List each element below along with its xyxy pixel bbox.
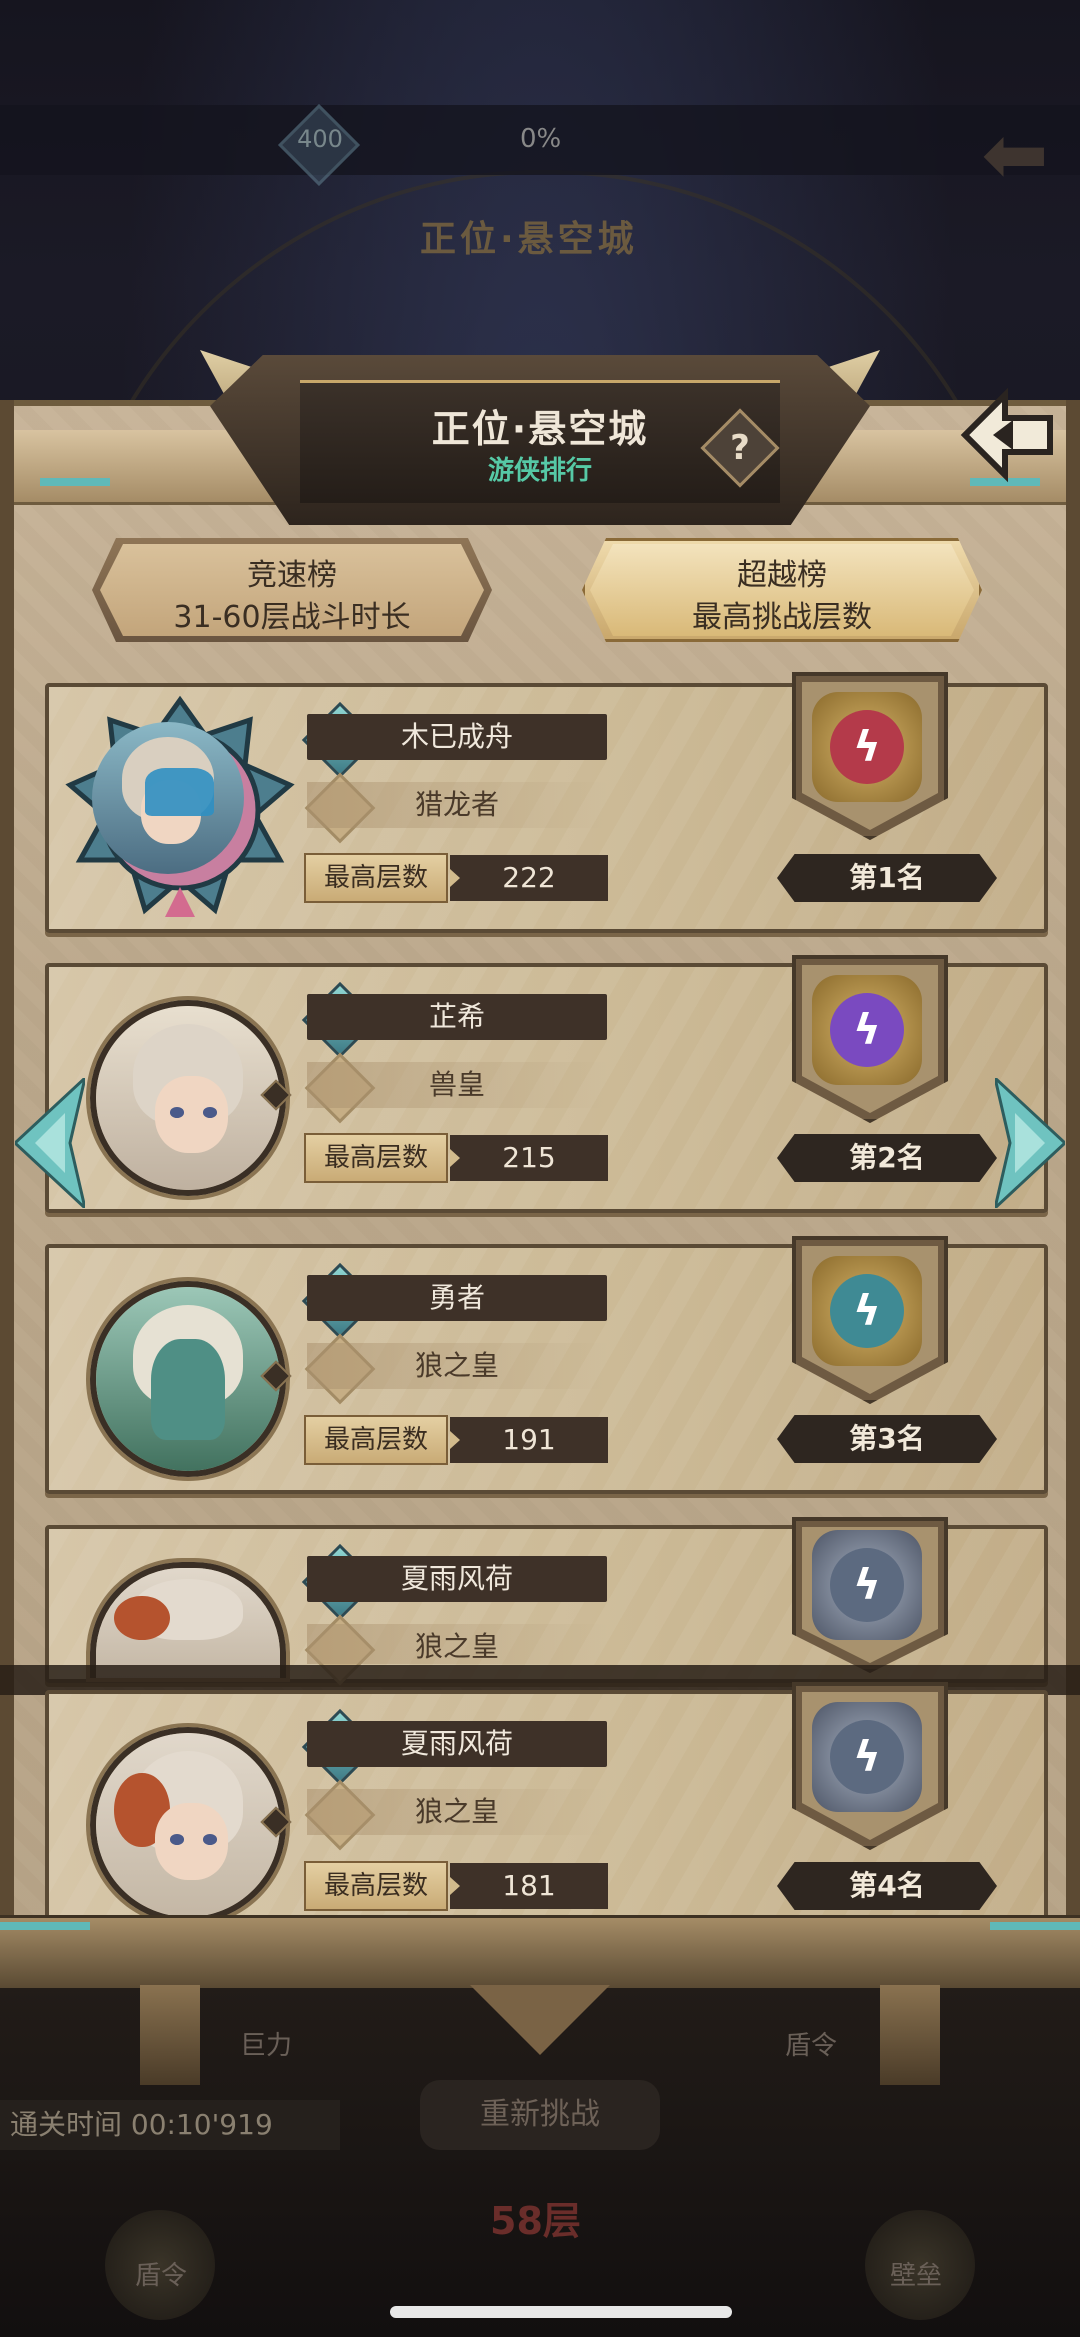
frame-teal-accent <box>990 1922 1080 1930</box>
rank-medal-icon: ϟ <box>812 1530 922 1640</box>
left-arrow-icon[interactable] <box>15 1078 85 1208</box>
background-label-right: 盾令 <box>785 2031 838 2061</box>
player-title: 狼之皇 <box>307 1624 607 1664</box>
panel-bottom-frame <box>0 1915 1080 1988</box>
avatar-face <box>154 1802 229 1881</box>
medal-glyph: ϟ <box>853 722 881 771</box>
player-title: 狼之皇 <box>307 1343 607 1389</box>
background-retry-button: 重新挑战 <box>420 2080 660 2150</box>
rank-medal-icon: ϟ <box>812 1256 922 1366</box>
player-title: 猎龙者 <box>307 782 607 828</box>
player-name: 夏雨风荷 <box>307 1721 607 1767</box>
floor-value: 191 <box>450 1417 608 1463</box>
home-indicator[interactable] <box>390 2306 732 2318</box>
frame-teal-accent <box>0 1922 90 1930</box>
tab-speed-ranking-label: 竞速榜 <box>247 558 337 593</box>
medal-glyph: ϟ <box>853 1286 881 1335</box>
avatar[interactable] <box>92 722 244 874</box>
floor-value: 215 <box>450 1135 608 1181</box>
tab-surpass-ranking[interactable]: 超越榜 最高挑战层数 <box>582 538 982 642</box>
rank-label: 第1名 <box>777 854 997 902</box>
panel-left-border <box>0 400 14 1980</box>
frame-leg <box>880 1985 940 2085</box>
avatar-face <box>154 1075 229 1154</box>
clear-time-value: 00:10'919 <box>130 2108 273 2141</box>
rank-label: 第4名 <box>777 1862 997 1910</box>
avatar[interactable] <box>90 1281 286 1477</box>
avatar[interactable] <box>90 1562 286 1678</box>
panel-right-border <box>1066 400 1080 1980</box>
clear-time-label: 通关时间 <box>10 2108 123 2141</box>
background-label-left: 巨力 <box>240 2031 293 2061</box>
player-title: 兽皇 <box>307 1062 607 1108</box>
avatar-visor <box>145 767 214 817</box>
rank-label: 第2名 <box>777 1134 997 1182</box>
avatar-ornament <box>114 1595 170 1640</box>
tab-surpass-ranking-desc: 最高挑战层数 <box>692 600 872 635</box>
floor-arrow-icon <box>450 1149 460 1167</box>
medal-glyph: ϟ <box>853 1732 881 1781</box>
rank-medal-icon: ϟ <box>812 692 922 802</box>
player-title: 狼之皇 <box>307 1789 607 1835</box>
frame-leg <box>140 1985 200 2085</box>
player-name: 木已成舟 <box>307 714 607 760</box>
tab-speed-ranking-desc: 31-60层战斗时长 <box>173 600 411 635</box>
help-button-label: ? <box>730 428 750 468</box>
floor-label: 最高层数 <box>304 1861 448 1911</box>
background-level: 400 <box>297 125 343 153</box>
floor-arrow-icon <box>450 1877 460 1895</box>
avatar-helmet <box>151 1338 225 1440</box>
right-arrow-icon[interactable] <box>995 1078 1065 1208</box>
player-name: 勇者 <box>307 1275 607 1321</box>
background-progress: 0% <box>520 124 562 154</box>
floor-arrow-icon <box>450 869 460 887</box>
avatar[interactable] <box>90 1727 286 1923</box>
back-arrow-icon[interactable] <box>955 380 1065 490</box>
player-name: 夏雨风荷 <box>307 1556 607 1602</box>
floor-label: 最高层数 <box>304 853 448 903</box>
background-label-bottom-right: 壁垒 <box>890 2261 943 2291</box>
background-clear-time: 通关时间 00:10'919 <box>0 2100 340 2150</box>
floor-value: 222 <box>450 855 608 901</box>
rank-medal-icon: ϟ <box>812 1702 922 1812</box>
frame-teal-accent <box>40 478 110 486</box>
floor-value: 181 <box>450 1863 608 1909</box>
medal-glyph: ϟ <box>853 1560 881 1609</box>
floor-arrow-icon <box>450 1431 460 1449</box>
player-name: 芷希 <box>307 994 607 1040</box>
tab-speed-ranking[interactable]: 竞速榜 31-60层战斗时长 <box>92 538 492 642</box>
rank-medal-icon: ϟ <box>812 975 922 1085</box>
background-back-icon: ⬅ <box>981 108 1049 201</box>
background-label-bottom-left: 盾令 <box>135 2261 188 2291</box>
background-floor: 58层 <box>490 2199 581 2243</box>
rank-label: 第3名 <box>777 1415 997 1463</box>
floor-label: 最高层数 <box>304 1133 448 1183</box>
tab-surpass-ranking-label: 超越榜 <box>737 558 827 593</box>
avatar[interactable] <box>90 1000 286 1196</box>
floor-label: 最高层数 <box>304 1415 448 1465</box>
background-stage-title: 正位·悬空城 <box>420 219 638 260</box>
medal-glyph: ϟ <box>853 1005 881 1054</box>
